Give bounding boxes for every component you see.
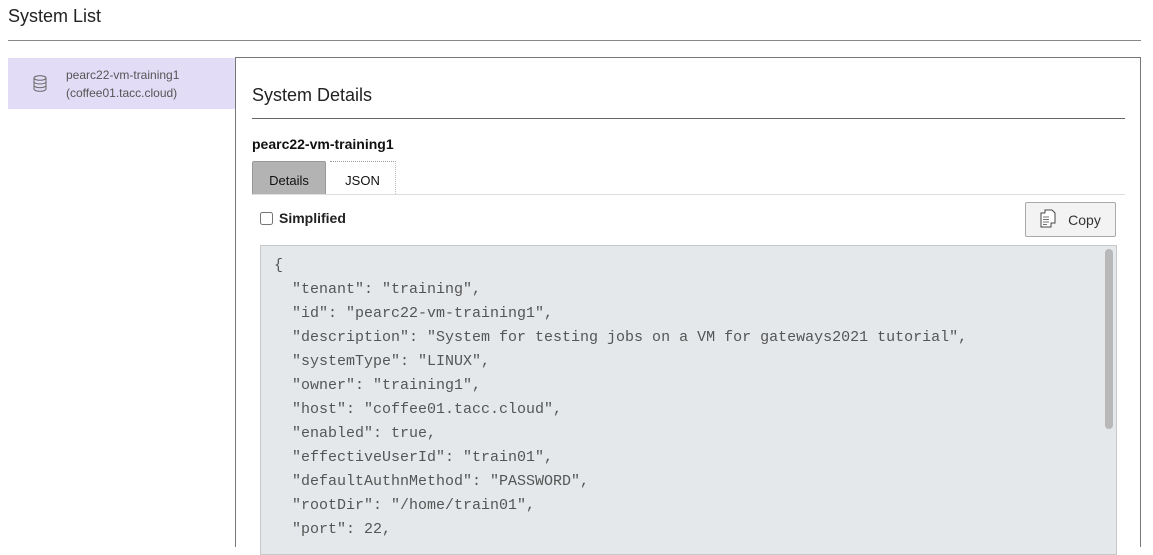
- section-divider: [252, 118, 1125, 119]
- simplified-toggle[interactable]: Simplified: [260, 210, 346, 226]
- json-line: "systemType": "LINUX",: [274, 353, 491, 370]
- page-title: System List: [8, 6, 102, 26]
- tab-json[interactable]: JSON: [330, 161, 396, 194]
- section-title: System Details: [252, 85, 373, 105]
- json-line: {: [274, 257, 284, 274]
- json-line: "owner": "training1",: [274, 377, 482, 394]
- title-divider: [8, 40, 1141, 41]
- sidebar-item-label: pearc22-vm-training1 (coffee01.tacc.clou…: [66, 66, 179, 102]
- json-line: "tenant": "training",: [274, 281, 482, 298]
- database-icon: [33, 75, 49, 93]
- json-line: "id": "pearc22-vm-training1",: [274, 305, 554, 322]
- json-line: "port": 22,: [274, 521, 392, 538]
- json-line: "rootDir": "/home/train01",: [274, 497, 536, 514]
- scrollbar-thumb[interactable]: [1105, 249, 1113, 429]
- json-line: "description": "System for testing jobs …: [274, 329, 968, 346]
- json-line: "defaultAuthnMethod": "PASSWORD",: [274, 473, 590, 490]
- simplified-label: Simplified: [279, 210, 346, 226]
- tabs-divider: [252, 194, 1125, 195]
- system-details-panel: System Details pearc22-vm-training1 Deta…: [235, 57, 1141, 555]
- json-line: "effectiveUserId": "train01",: [274, 449, 554, 466]
- tab-details[interactable]: Details: [252, 161, 326, 194]
- copy-button[interactable]: Copy: [1025, 202, 1116, 237]
- json-viewer[interactable]: { "tenant": "training", "id": "pearc22-v…: [260, 245, 1117, 555]
- json-content: { "tenant": "training", "id": "pearc22-v…: [274, 254, 967, 542]
- simplified-checkbox[interactable]: [260, 211, 273, 225]
- sidebar-item-system[interactable]: pearc22-vm-training1 (coffee01.tacc.clou…: [8, 58, 236, 109]
- json-line: "enabled": true,: [274, 425, 437, 442]
- system-name-label: pearc22-vm-training1: [66, 67, 180, 82]
- system-host-label: (coffee01.tacc.cloud): [66, 85, 178, 100]
- json-line: "host": "coffee01.tacc.cloud",: [274, 401, 563, 418]
- copy-label: Copy: [1068, 211, 1101, 228]
- system-name-heading: pearc22-vm-training1: [252, 136, 394, 152]
- copy-icon: [1040, 209, 1056, 231]
